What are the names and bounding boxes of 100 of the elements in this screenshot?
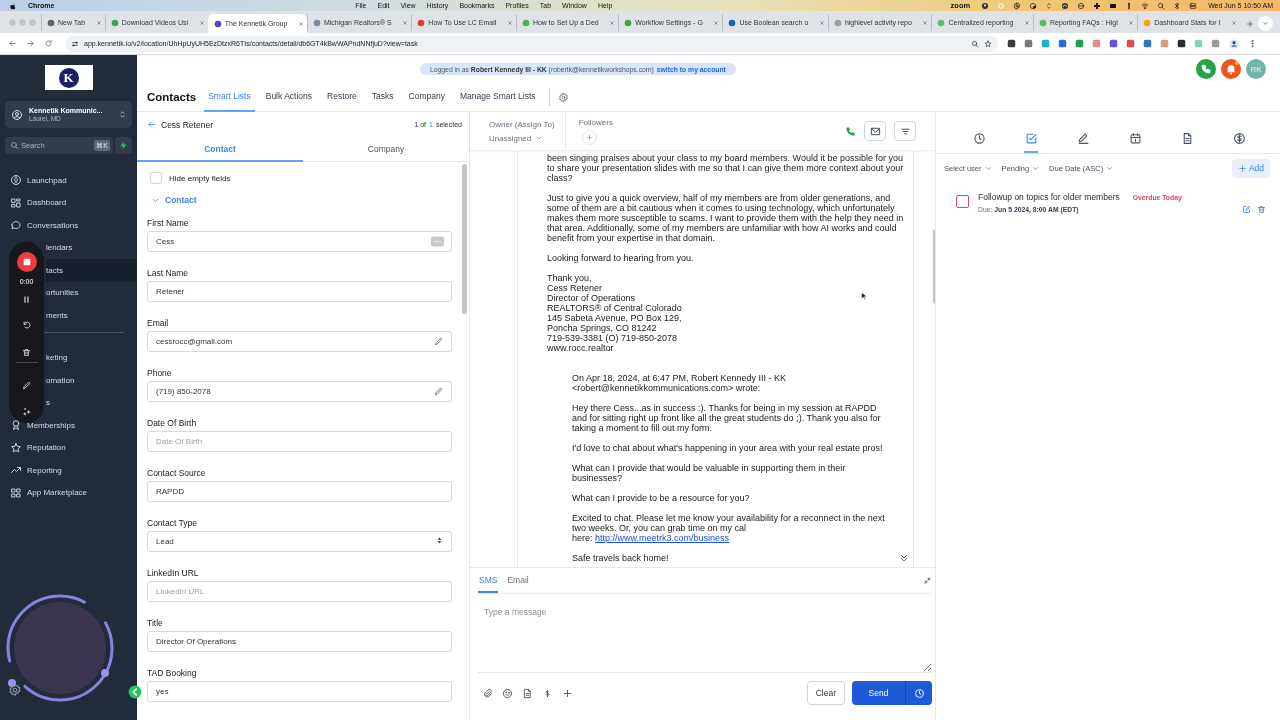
sidebar-item[interactable]: ments — [46, 304, 137, 327]
scrollbar-thumb[interactable] — [462, 164, 467, 314]
close-icon[interactable] — [402, 19, 409, 26]
text-field[interactable]: Date Of Birth — [147, 431, 452, 452]
settings-icon[interactable] — [557, 91, 569, 103]
sidebar-item[interactable]: s — [46, 391, 137, 414]
double-chevron-down-icon[interactable] — [899, 553, 909, 563]
text-field[interactable]: (719) 850-2078 — [147, 381, 452, 402]
sparkle-icon[interactable] — [21, 407, 32, 417]
sidebar-item[interactable]: Reputation — [0, 436, 137, 459]
sidebar-item[interactable]: Memberships — [0, 414, 137, 437]
checkbox[interactable] — [150, 172, 162, 184]
text-field[interactable]: RAPDD — [147, 481, 452, 502]
task-checkbox[interactable] — [956, 195, 969, 208]
send-button[interactable]: Send — [852, 681, 905, 705]
back-arrow-icon[interactable] — [8, 39, 17, 48]
sidebar-item[interactable]: keting — [46, 346, 137, 369]
new-tab-icon[interactable] — [1246, 19, 1254, 28]
tile-icon[interactable] — [1109, 39, 1118, 48]
sidebar-item[interactable]: omation — [46, 369, 137, 392]
smiley-icon[interactable] — [502, 687, 513, 699]
owner-dropdown[interactable]: Unassigned — [489, 133, 544, 143]
paperclip-icon[interactable] — [482, 687, 493, 699]
gear-icon[interactable] — [1013, 1, 1022, 10]
sidebar-item[interactable]: ortunities — [46, 281, 137, 304]
chevrons-icon[interactable] — [1045, 1, 1054, 10]
tile-icon[interactable] — [1075, 39, 1084, 48]
document-icon[interactable] — [522, 687, 533, 699]
pencil-icon[interactable] — [21, 380, 32, 390]
close-icon[interactable] — [1128, 19, 1135, 26]
collapse-icon[interactable] — [128, 685, 142, 699]
undo-icon[interactable] — [21, 320, 32, 330]
text-field[interactable]: yes — [147, 681, 452, 702]
close-icon[interactable] — [506, 19, 513, 26]
sidebar-item[interactable]: tacts — [46, 259, 137, 282]
text-field[interactable]: Cess — [147, 231, 452, 252]
tile-icon[interactable] — [1143, 39, 1152, 48]
collapse-arrows-icon[interactable] — [923, 576, 932, 585]
clear-button[interactable]: Clear — [806, 681, 845, 705]
close-icon[interactable] — [818, 19, 825, 26]
tile-icon[interactable] — [1126, 39, 1135, 48]
nav-tab[interactable]: Smart Lists — [204, 82, 255, 112]
plus-icon[interactable] — [562, 687, 573, 699]
panel-tab[interactable]: Contact — [137, 137, 303, 162]
stop-record-icon[interactable] — [16, 252, 37, 272]
tile-icon[interactable] — [1211, 39, 1220, 48]
email-button[interactable] — [864, 121, 886, 141]
phone-icon[interactable] — [1196, 59, 1216, 79]
kebab-menu-icon[interactable] — [1248, 39, 1257, 48]
bell-icon[interactable] — [1221, 59, 1241, 79]
more-dots-icon[interactable] — [431, 236, 444, 247]
sidebar-item[interactable]: lendars — [46, 236, 137, 259]
nav-tab[interactable]: Tasks — [367, 82, 398, 112]
filter-button[interactable] — [894, 121, 916, 141]
tile-icon[interactable] — [1024, 39, 1033, 48]
nav-tab[interactable]: Restore — [323, 82, 361, 112]
tile-icon[interactable] — [1092, 39, 1101, 48]
profile-icon[interactable] — [1229, 38, 1239, 49]
close-icon[interactable] — [713, 19, 720, 26]
tile-icon[interactable] — [1160, 39, 1169, 48]
settings-icon[interactable] — [8, 683, 22, 697]
text-field[interactable]: Director Of Operations — [147, 631, 452, 652]
panel-tab[interactable]: Company — [303, 137, 469, 162]
phone-icon[interactable] — [845, 125, 856, 137]
edit-icon[interactable] — [1242, 205, 1251, 214]
text-field[interactable]: Retener — [147, 281, 452, 302]
search-icon[interactable] — [1157, 1, 1166, 10]
select-field[interactable]: Lead — [147, 531, 452, 552]
nav-tab[interactable]: Company — [404, 82, 449, 112]
tile-icon[interactable] — [1041, 39, 1050, 48]
record-icon[interactable] — [1029, 1, 1038, 10]
magnifier-icon[interactable] — [971, 39, 979, 48]
nav-tab[interactable]: Manage Smart Lists — [455, 82, 540, 112]
tile-icon[interactable] — [1058, 39, 1067, 48]
close-icon[interactable] — [1024, 19, 1030, 26]
tile-icon[interactable] — [1177, 39, 1186, 48]
tile-icon[interactable] — [1007, 39, 1016, 48]
toggle-icon[interactable] — [1189, 1, 1198, 10]
text-field[interactable]: cessrocc@gmail.com — [147, 331, 452, 352]
close-icon[interactable] — [1231, 19, 1238, 26]
close-icon[interactable] — [198, 19, 205, 26]
email-link[interactable]: http://www.meetrk3.com/business — [595, 533, 730, 543]
pencil-icon[interactable] — [434, 386, 444, 396]
sidebar-item[interactable]: Reporting — [0, 459, 137, 482]
schedule-button[interactable] — [905, 681, 932, 705]
wifi-icon[interactable] — [1141, 1, 1150, 10]
close-icon[interactable] — [922, 19, 929, 26]
sidebar-item[interactable]: App Marketplace — [0, 481, 137, 504]
sidebar-item[interactable]: Conversations — [0, 214, 137, 237]
pause-icon[interactable] — [22, 295, 31, 304]
nav-tab[interactable]: Bulk Actions — [261, 82, 317, 112]
cross-icon[interactable] — [1093, 1, 1102, 10]
ring-icon[interactable] — [1077, 1, 1086, 10]
pencil-icon[interactable] — [434, 336, 444, 346]
back-arrow-icon[interactable] — [147, 120, 156, 129]
sidebar-item[interactable]: Launchpad — [0, 169, 137, 192]
bluetooth-icon[interactable] — [1173, 1, 1182, 10]
compose-tab[interactable]: Email — [506, 568, 530, 593]
quick-action-button[interactable] — [115, 137, 132, 154]
reload-icon[interactable] — [44, 39, 53, 48]
